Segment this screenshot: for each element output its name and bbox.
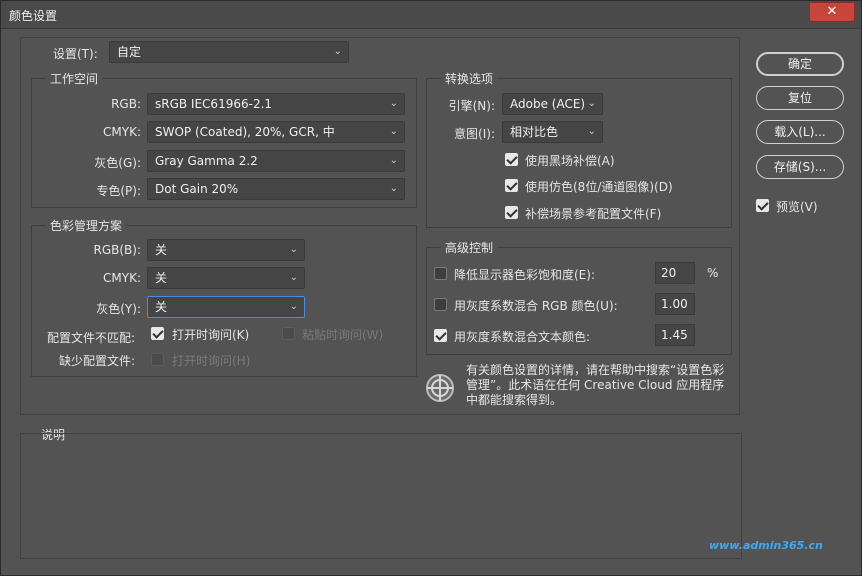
working-spaces-title: 工作空间 (46, 70, 103, 87)
policy-rgb-label: RGB(B): (93, 243, 141, 257)
policy-cmyk-label: CMYK: (103, 271, 141, 285)
reset-button[interactable]: 复位 (756, 86, 844, 110)
settings-value: 自定 (117, 45, 142, 59)
intent-select[interactable]: 相对比色 ⌄ (502, 121, 603, 143)
ask-open-missing-checkbox[interactable] (151, 353, 164, 366)
engine-select[interactable]: Adobe (ACE) ⌄ (502, 93, 603, 115)
chevron-down-icon: ⌄ (587, 98, 596, 109)
intent-value: 相对比色 (510, 125, 559, 139)
blend-rgb-label: 用灰度系数混合 RGB 颜色(U): (454, 299, 618, 313)
preview-label: 预览(V) (776, 200, 818, 214)
ok-button[interactable]: 确定 (756, 52, 844, 76)
conversion-title: 转换选项 (441, 70, 498, 87)
policy-cmyk-select[interactable]: 关 ⌄ (147, 267, 305, 289)
dialog-title: 颜色设置 (9, 9, 58, 23)
engine-value: Adobe (ACE) (510, 97, 586, 111)
ws-gray-value: Gray Gamma 2.2 (155, 154, 258, 168)
dither-label: 使用仿色(8位/通道图像)(D) (525, 180, 673, 194)
ws-cmyk-value: SWOP (Coated), 20%, GCR, 中 (155, 125, 335, 139)
policy-cmyk-value: 关 (155, 271, 168, 285)
percent-unit: % (707, 266, 719, 280)
ask-open-checkbox[interactable] (151, 327, 164, 340)
ws-gray-label: 灰色(G): (94, 156, 141, 170)
intent-label: 意图(I): (454, 127, 495, 141)
desaturate-label: 降低显示器色彩饱和度(E): (454, 268, 595, 282)
compensate-label: 补偿场景参考配置文件(F) (525, 207, 662, 221)
engine-label: 引擎(N): (448, 99, 495, 113)
ask-paste-checkbox[interactable] (282, 327, 295, 340)
chevron-down-icon: ⌄ (389, 126, 398, 137)
ws-spot-value: Dot Gain 20% (155, 182, 239, 196)
preview-checkbox[interactable] (756, 199, 769, 212)
black-point-label: 使用黑场补偿(A) (525, 154, 615, 168)
policy-gray-select[interactable]: 关 ⌄ (147, 296, 305, 318)
policy-rgb-value: 关 (155, 243, 168, 257)
chevron-down-icon: ⌄ (389, 98, 398, 109)
compensate-checkbox[interactable] (505, 206, 518, 219)
missing-label: 缺少配置文件: (59, 354, 136, 368)
ws-spot-label: 专色(P): (96, 184, 141, 198)
info-text: 有关颜色设置的详情，请在帮助中搜索“设置色彩管理”。此术语在任何 Creativ… (466, 363, 725, 407)
chevron-down-icon: ⌄ (289, 301, 298, 312)
chevron-down-icon: ⌄ (289, 244, 298, 255)
desaturate-checkbox[interactable] (434, 267, 447, 280)
ask-paste-label: 粘贴时询问(W) (302, 328, 384, 342)
save-button[interactable]: 存储(S)... (756, 155, 844, 179)
blend-text-field[interactable]: 1.45 (655, 324, 695, 346)
policy-gray-label: 灰色(Y): (96, 302, 141, 316)
mismatch-label: 配置文件不匹配: (47, 331, 136, 345)
ws-rgb-value: sRGB IEC61966-2.1 (155, 97, 273, 111)
close-button[interactable]: ✕ (809, 2, 855, 22)
description-panel (20, 433, 742, 559)
blend-text-checkbox[interactable] (434, 329, 447, 342)
chevron-down-icon: ⌄ (587, 126, 596, 137)
blend-rgb-field[interactable]: 1.00 (655, 293, 695, 315)
black-point-checkbox[interactable] (505, 153, 518, 166)
policy-gray-value: 关 (155, 300, 168, 314)
settings-label: 设置(T): (53, 47, 98, 61)
chevron-down-icon: ⌄ (389, 183, 398, 194)
chevron-down-icon: ⌄ (389, 155, 398, 166)
policy-rgb-select[interactable]: 关 ⌄ (147, 239, 305, 261)
load-button[interactable]: 载入(L)... (756, 120, 844, 144)
ask-open-missing-label: 打开时询问(H) (172, 354, 251, 368)
ws-rgb-select[interactable]: sRGB IEC61966-2.1 ⌄ (147, 93, 405, 115)
ask-open-label: 打开时询问(K) (172, 328, 250, 342)
settings-select[interactable]: 自定 ⌄ (109, 41, 349, 63)
title-bar: 颜色设置 ✕ (1, 1, 861, 29)
advanced-title: 高级控制 (441, 239, 498, 256)
ws-spot-select[interactable]: Dot Gain 20% ⌄ (147, 178, 405, 200)
chevron-down-icon: ⌄ (333, 46, 342, 57)
ws-gray-select[interactable]: Gray Gamma 2.2 ⌄ (147, 150, 405, 172)
blend-rgb-checkbox[interactable] (434, 298, 447, 311)
ws-cmyk-label: CMYK: (103, 125, 141, 139)
color-wheel-icon (426, 374, 454, 402)
desaturate-field[interactable]: 20 (655, 262, 695, 284)
ws-cmyk-select[interactable]: SWOP (Coated), 20%, GCR, 中 ⌄ (147, 121, 405, 143)
watermark: www.admin365.cn (709, 539, 823, 552)
dither-checkbox[interactable] (505, 179, 518, 192)
policies-title: 色彩管理方案 (46, 217, 127, 234)
chevron-down-icon: ⌄ (289, 272, 298, 283)
blend-text-label: 用灰度系数混合文本颜色: (454, 330, 591, 344)
ws-rgb-label: RGB: (111, 97, 141, 111)
color-settings-dialog: 颜色设置 ✕ 设置(T): 自定 ⌄ 工作空间 RGB: sRGB IEC619… (0, 0, 862, 576)
